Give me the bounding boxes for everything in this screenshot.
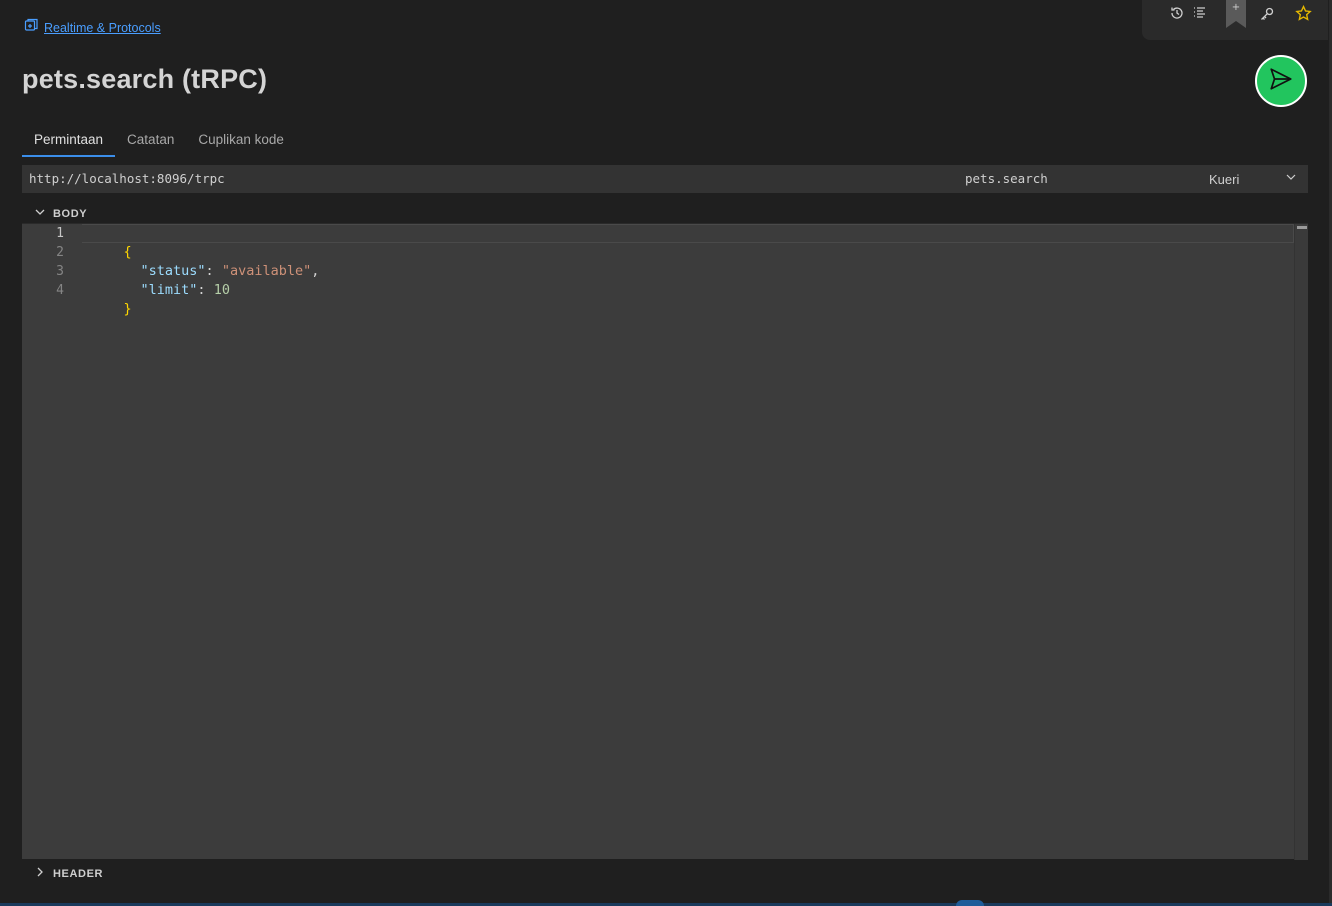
star-icon[interactable] <box>1295 5 1312 22</box>
chevron-down-icon <box>1285 170 1297 188</box>
url-input[interactable]: http://localhost:8096/trpc <box>29 165 225 193</box>
tab-permintaan[interactable]: Permintaan <box>22 128 116 157</box>
line-number: 1 <box>56 226 64 241</box>
body-label: BODY <box>53 208 88 220</box>
line-number: 3 <box>56 264 64 279</box>
json-number: 10 <box>213 282 230 298</box>
type-select[interactable]: Kueri <box>1187 165 1307 193</box>
top-toolbar: + <box>1142 0 1328 40</box>
json-string: "available" <box>221 263 312 279</box>
json-brace: } <box>123 301 132 317</box>
breadcrumb-link[interactable]: Realtime & Protocols <box>44 21 161 35</box>
json-colon: : <box>197 282 214 298</box>
body-editor[interactable]: 1 2 3 4 { "status": "available", "limit"… <box>22 223 1308 860</box>
breadcrumb: Realtime & Protocols <box>24 17 161 38</box>
type-select-value: Kueri <box>1209 171 1240 187</box>
line-number: 4 <box>56 283 64 298</box>
code-line: "status": "available", <box>108 243 320 279</box>
tab-cuplikan-kode[interactable]: Cuplikan kode <box>186 128 296 157</box>
body-section-toggle[interactable]: BODY <box>34 205 87 223</box>
header-section-toggle[interactable]: HEADER <box>34 865 103 883</box>
editor-scrollbar[interactable] <box>1294 224 1308 860</box>
code-line: } <box>91 281 132 317</box>
line-number: 2 <box>56 245 64 260</box>
code-line: "limit": 10 <box>108 262 230 298</box>
tab-catatan[interactable]: Catatan <box>115 128 186 157</box>
send-button[interactable] <box>1255 55 1307 107</box>
chevron-right-icon <box>34 865 46 883</box>
history-icon[interactable] <box>1169 5 1185 21</box>
request-tabs: Permintaan Catatan Cuplikan kode <box>22 128 296 157</box>
bookmark-plus: + <box>1232 2 1240 13</box>
resize-handle[interactable] <box>956 900 984 906</box>
scrollbar-thumb[interactable] <box>1297 226 1307 229</box>
folder-network-icon <box>24 17 40 38</box>
bookmark-icon[interactable]: + <box>1226 0 1246 28</box>
header-label: HEADER <box>53 868 104 880</box>
procedure-input[interactable]: pets.search <box>965 165 1048 193</box>
page-title: pets.search (tRPC) <box>22 64 268 94</box>
url-bar: http://localhost:8096/trpc pets.search K… <box>22 165 1308 193</box>
json-key: "limit" <box>140 282 198 298</box>
json-comma: , <box>311 263 320 279</box>
key-icon[interactable] <box>1259 6 1275 22</box>
list-icon[interactable] <box>1192 5 1208 21</box>
code-line: { <box>91 224 132 260</box>
chevron-down-icon <box>34 205 46 223</box>
send-icon <box>1268 66 1294 97</box>
current-line-highlight <box>82 224 1294 243</box>
